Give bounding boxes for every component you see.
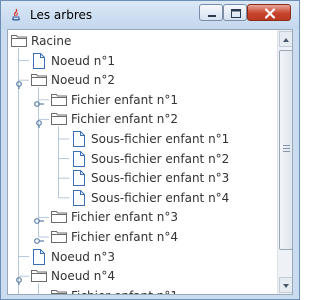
folder-icon bbox=[50, 288, 68, 294]
expanded-toggle-icon[interactable] bbox=[14, 271, 24, 286]
expanded-toggle-icon[interactable] bbox=[14, 75, 24, 90]
tree-node-label: Racine bbox=[31, 34, 72, 48]
app-window: Les arbres Racine Noeud n°1 Noeud n°2 Fichi… bbox=[0, 0, 300, 300]
minimize-button[interactable] bbox=[199, 4, 223, 21]
grip-line bbox=[283, 148, 290, 149]
tree-node[interactable]: Fichier enfant n°2 bbox=[8, 109, 274, 129]
tree-node-label: Noeud n°1 bbox=[51, 53, 115, 68]
collapsed-toggle-icon[interactable] bbox=[34, 291, 44, 294]
tree-node-label: Sous-fichier enfant n°3 bbox=[91, 171, 230, 186]
window-title: Les arbres bbox=[30, 8, 93, 22]
collapsed-toggle-icon[interactable] bbox=[34, 232, 44, 244]
arrow-down-icon bbox=[283, 284, 289, 288]
tree-node[interactable]: Noeud n°3 bbox=[8, 247, 274, 267]
tree-node-label: Sous-fichier enfant n°1 bbox=[91, 132, 230, 146]
expanded-toggle-icon[interactable] bbox=[34, 114, 44, 129]
tree-node[interactable]: Sous-fichier enfant n°2 bbox=[8, 149, 274, 169]
tree-node-label: Fichier enfant n°2 bbox=[71, 112, 178, 127]
java-app-icon bbox=[11, 8, 21, 21]
tree-node[interactable]: Fichier enfant n°1 bbox=[8, 90, 274, 110]
tree-node[interactable]: Fichier enfant n°3 bbox=[8, 207, 274, 227]
tree-node-label: Sous-fichier enfant n°2 bbox=[91, 151, 230, 166]
scroll-down-button[interactable] bbox=[279, 277, 292, 293]
tree-node[interactable]: Sous-fichier enfant n°1 bbox=[8, 129, 274, 149]
scroll-up-button[interactable] bbox=[279, 31, 292, 47]
maximize-icon bbox=[231, 9, 241, 18]
close-button[interactable] bbox=[247, 4, 291, 21]
grip-line bbox=[283, 145, 290, 146]
tree-node[interactable]: Racine bbox=[8, 31, 274, 51]
tree-panel: Racine Noeud n°1 Noeud n°2 Fichier enfant n… bbox=[7, 29, 293, 295]
tree-node-label: Sous-fichier enfant n°4 bbox=[91, 190, 230, 205]
tree-node-label: Fichier enfant n°4 bbox=[71, 230, 178, 244]
tree-node-label: Fichier enfant n°1 bbox=[71, 92, 178, 107]
tree-node-label: Noeud n°3 bbox=[51, 249, 115, 264]
tree-node[interactable]: Fichier enfant n°4 bbox=[8, 227, 274, 247]
tree-node[interactable]: Sous-fichier enfant n°4 bbox=[8, 188, 274, 208]
collapsed-toggle-icon[interactable] bbox=[34, 212, 44, 225]
collapsed-toggle-icon[interactable] bbox=[34, 95, 44, 107]
tree-node[interactable]: Noeud n°1 bbox=[8, 51, 274, 71]
grip-line bbox=[283, 151, 290, 152]
tree-node-label: Fichier enfant n°3 bbox=[71, 210, 178, 225]
title-bar[interactable]: Les arbres bbox=[1, 1, 299, 29]
tree-node-label: Noeud n°2 bbox=[51, 73, 115, 88]
close-icon bbox=[264, 8, 276, 19]
tree-node-label: Noeud n°4 bbox=[51, 269, 115, 284]
maximize-button[interactable] bbox=[223, 4, 247, 21]
tree-node[interactable]: Noeud n°2 bbox=[8, 70, 274, 90]
tree-node[interactable]: Sous-fichier enfant n°3 bbox=[8, 168, 274, 188]
minimize-icon bbox=[208, 15, 216, 17]
tree-node-label: Fichier enfant n°1 bbox=[71, 286, 178, 294]
tree-node[interactable]: Noeud n°4 bbox=[8, 266, 274, 286]
arrow-up-icon bbox=[283, 38, 289, 42]
tree-node[interactable]: Fichier enfant n°1 bbox=[8, 286, 274, 294]
scrollbar-thumb[interactable] bbox=[279, 50, 292, 250]
vertical-scrollbar[interactable] bbox=[277, 30, 292, 294]
